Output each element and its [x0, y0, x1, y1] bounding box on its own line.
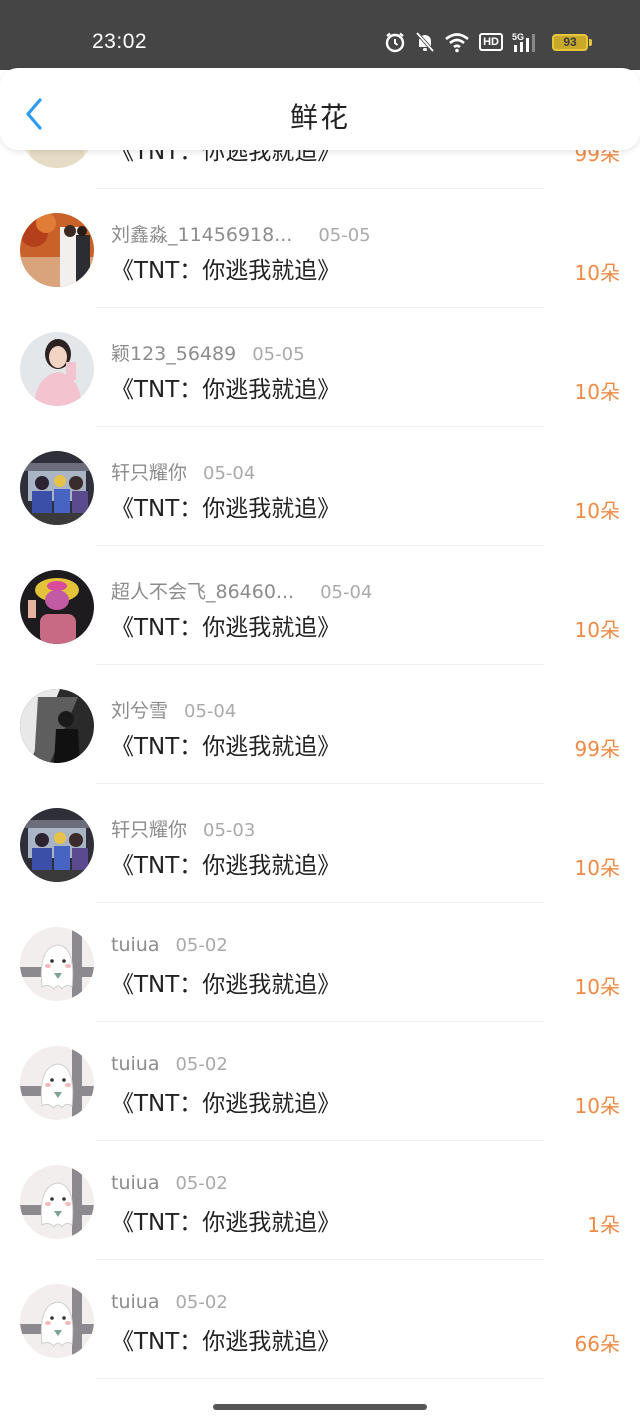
post-date: 05-04: [203, 463, 256, 484]
divider: [96, 1378, 544, 1379]
item-title: 《TNT：你逃我就追》: [111, 1329, 341, 1355]
cartoon-ghost-avatar-icon: [20, 1046, 94, 1120]
flower-count: 1朵: [587, 1213, 620, 1237]
username: tuiua 05-02: [111, 1291, 228, 1313]
username: tuiua 05-02: [111, 934, 228, 956]
username: 轩只耀你 05-03: [111, 815, 255, 842]
avatar[interactable]: [20, 451, 94, 525]
page-title: 鲜花: [289, 101, 350, 134]
user-name: 超人不会飞_86460...: [111, 581, 295, 603]
home-indicator[interactable]: [213, 1404, 427, 1410]
post-date: 05-05: [252, 344, 305, 365]
avatar[interactable]: [20, 808, 94, 882]
user-name: tuiua: [111, 934, 160, 956]
item-title: 《TNT：你逃我就追》: [111, 377, 341, 403]
wifi-icon: [445, 33, 469, 53]
user-name: tuiua: [111, 1172, 160, 1194]
username: 刘鑫淼_11456918... 05-05: [111, 220, 371, 247]
post-date: 05-02: [175, 1054, 228, 1075]
list-item[interactable]: 刘兮雪 05-04 《TNT：你逃我就追》 99朵: [0, 665, 640, 784]
flower-count: 10朵: [574, 380, 620, 404]
list-item[interactable]: 轩只耀你 05-04 《TNT：你逃我就追》 10朵: [0, 427, 640, 546]
cartoon-ghost-avatar-icon: [20, 1284, 94, 1358]
5g-signal-icon: 5G: [512, 32, 535, 52]
group-car-avatar-icon: [20, 808, 94, 882]
mute-icon: [415, 31, 435, 53]
header: 鲜花: [0, 68, 640, 150]
girl-pink-avatar-icon: [20, 332, 94, 406]
avatar[interactable]: [20, 927, 94, 1001]
item-title: 《TNT：你逃我就追》: [111, 853, 341, 879]
post-date: 05-04: [320, 582, 373, 603]
list-item[interactable]: 刘鑫淼_11456918... 05-05 《TNT：你逃我就追》 10朵: [0, 189, 640, 308]
battery-nub: [589, 39, 592, 46]
avatar[interactable]: [20, 1165, 94, 1239]
flower-count: 10朵: [574, 499, 620, 523]
item-title: 《TNT：你逃我就追》: [111, 1210, 341, 1236]
masked-person-avatar-icon: [20, 570, 94, 644]
flower-count: 10朵: [574, 975, 620, 999]
username: 超人不会飞_86460... 05-04: [111, 577, 372, 604]
flower-count: 99朵: [574, 737, 620, 761]
avatar[interactable]: [20, 1046, 94, 1120]
avatar[interactable]: [20, 689, 94, 763]
flower-count: 10朵: [574, 618, 620, 642]
status-bar: 23:02 HD 5G 93: [0, 0, 640, 70]
post-date: 05-02: [175, 1292, 228, 1313]
post-date: 05-05: [318, 225, 371, 246]
item-title: 《TNT：你逃我就追》: [111, 496, 341, 522]
avatar[interactable]: [20, 1284, 94, 1358]
list-item[interactable]: tuiua 05-02 《TNT：你逃我就追》 10朵: [0, 1022, 640, 1141]
list-item[interactable]: 颖123_56489 05-05 《TNT：你逃我就追》 10朵: [0, 308, 640, 427]
item-title: 《TNT：你逃我就追》: [111, 258, 341, 284]
post-date: 05-02: [175, 1173, 228, 1194]
flower-count: 10朵: [574, 856, 620, 880]
user-name: 刘兮雪: [111, 700, 169, 722]
avatar[interactable]: [20, 213, 94, 287]
post-date: 05-04: [184, 701, 237, 722]
flower-count: 10朵: [574, 1094, 620, 1118]
status-time: 23:02: [92, 30, 148, 53]
user-name: 刘鑫淼_11456918...: [111, 224, 293, 246]
post-date: 05-02: [175, 935, 228, 956]
post-date: 05-03: [203, 820, 256, 841]
username: 刘兮雪 05-04: [111, 696, 236, 723]
hd-icon: HD: [479, 33, 503, 51]
cartoon-ghost-avatar-icon: [20, 927, 94, 1001]
status-icons: HD 5G: [384, 29, 540, 55]
battery-icon: 93: [552, 34, 588, 51]
list-item[interactable]: 超人不会飞_86460... 05-04 《TNT：你逃我就追》 10朵: [0, 546, 640, 665]
username: tuiua 05-02: [111, 1053, 228, 1075]
flower-count: 66朵: [574, 1332, 620, 1356]
username: 颖123_56489 05-05: [111, 339, 305, 366]
group-car-avatar-icon: [20, 451, 94, 525]
item-title: 《TNT：你逃我就追》: [111, 972, 341, 998]
wedding-photo-avatar-icon: [20, 213, 94, 287]
flower-count: 10朵: [574, 261, 620, 285]
user-name: 颖123_56489: [111, 343, 237, 365]
user-name: tuiua: [111, 1291, 160, 1313]
list-item[interactable]: 轩只耀你 05-03 《TNT：你逃我就追》 10朵: [0, 784, 640, 903]
list-item[interactable]: tuiua 05-02 《TNT：你逃我就追》 66朵: [0, 1260, 640, 1379]
list-item[interactable]: tuiua 05-02 《TNT：你逃我就追》 10朵: [0, 903, 640, 1022]
user-name: 轩只耀你: [111, 462, 188, 484]
avatar[interactable]: [20, 332, 94, 406]
svg-text:5G: 5G: [512, 32, 524, 42]
avatar[interactable]: [20, 570, 94, 644]
user-name: 轩只耀你: [111, 819, 188, 841]
item-title: 《TNT：你逃我就追》: [111, 734, 341, 760]
grayscale-avatar-icon: [20, 689, 94, 763]
user-name: tuiua: [111, 1053, 160, 1075]
item-title: 《TNT：你逃我就追》: [111, 1091, 341, 1117]
item-title: 《TNT：你逃我就追》: [111, 615, 341, 641]
cartoon-ghost-avatar-icon: [20, 1165, 94, 1239]
username: 轩只耀你 05-04: [111, 458, 255, 485]
username: tuiua 05-02: [111, 1172, 228, 1194]
list-item[interactable]: tuiua 05-02 《TNT：你逃我就追》 1朵: [0, 1141, 640, 1260]
alarm-icon: [385, 32, 405, 53]
